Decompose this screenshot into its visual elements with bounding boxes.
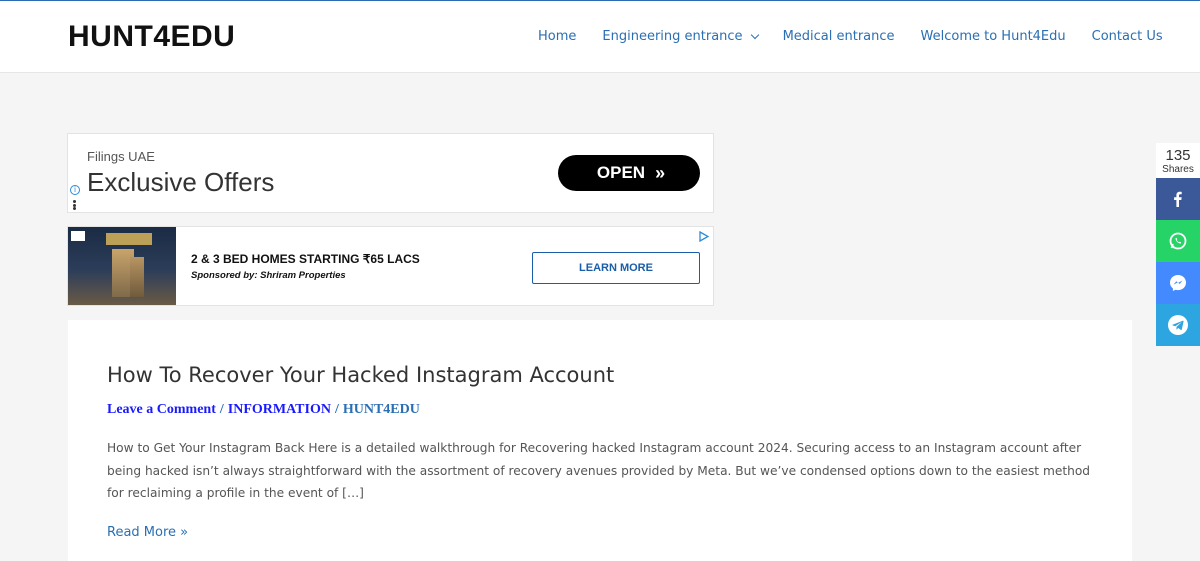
- ad-building: [130, 257, 144, 297]
- ad-learn-more-button[interactable]: LEARN MORE: [532, 252, 700, 284]
- main-nav: Home Engineering entrance Medical entran…: [538, 29, 1163, 44]
- nav-welcome[interactable]: Welcome to Hunt4Edu: [921, 29, 1066, 44]
- telegram-icon: [1168, 315, 1188, 335]
- nav-medical-entrance[interactable]: Medical entrance: [783, 29, 895, 44]
- meta-separator: /: [334, 402, 339, 417]
- ad-property-title[interactable]: 2 & 3 BED HOMES STARTING ₹65 LACS: [191, 252, 420, 266]
- messenger-icon: [1170, 275, 1186, 291]
- article-title[interactable]: How To Recover Your Hacked Instagram Acc…: [107, 363, 614, 387]
- whatsapp-share-button[interactable]: [1156, 220, 1200, 262]
- adchoices-icon[interactable]: [699, 231, 709, 242]
- messenger-share-button[interactable]: [1156, 262, 1200, 304]
- facebook-icon: [1174, 191, 1182, 207]
- ad-menu-icon[interactable]: [73, 200, 76, 210]
- nav-engineering-label: Engineering entrance: [602, 29, 743, 44]
- ad-property-image[interactable]: [68, 227, 176, 305]
- ad-banner-filings[interactable]: Filings UAE Exclusive Offers i OPEN »: [67, 133, 714, 213]
- site-logo[interactable]: HUNT4EDU: [68, 20, 235, 54]
- share-count: 135 Shares: [1156, 143, 1200, 178]
- whatsapp-icon: [1169, 232, 1187, 250]
- ad-image-banner: [106, 233, 152, 245]
- article-card: How To Recover Your Hacked Instagram Acc…: [68, 320, 1132, 561]
- category-link[interactable]: INFORMATION: [228, 402, 331, 417]
- nav-engineering-entrance[interactable]: Engineering entrance: [602, 29, 759, 44]
- ad-sponsor: Sponsored by: Shriram Properties: [191, 270, 346, 281]
- meta-separator: /: [219, 402, 224, 417]
- ad-headline[interactable]: Exclusive Offers: [87, 167, 274, 198]
- author-link[interactable]: HUNT4EDU: [343, 402, 420, 417]
- ad-open-button[interactable]: OPEN »: [558, 155, 700, 191]
- leave-comment-link[interactable]: Leave a Comment: [107, 402, 216, 417]
- article-meta: Leave a Comment / INFORMATION / HUNT4EDU: [107, 402, 420, 418]
- ad-brand: Filings UAE: [87, 149, 155, 164]
- facebook-share-button[interactable]: [1156, 178, 1200, 220]
- ad-open-label: OPEN: [596, 163, 646, 182]
- nav-home[interactable]: Home: [538, 29, 576, 44]
- telegram-share-button[interactable]: [1156, 304, 1200, 346]
- ad-info-icon[interactable]: i: [70, 185, 80, 195]
- article-excerpt: How to Get Your Instagram Back Here is a…: [107, 441, 1091, 500]
- share-count-label: Shares: [1162, 164, 1194, 175]
- chevron-down-icon[interactable]: [750, 30, 759, 39]
- ad-property-logo: [71, 231, 85, 241]
- read-more-link[interactable]: Read More »: [107, 525, 188, 540]
- ad-banner-shriram[interactable]: 2 & 3 BED HOMES STARTING ₹65 LACS Sponso…: [67, 226, 714, 306]
- site-header: HUNT4EDU Home Engineering entrance Medic…: [0, 1, 1200, 73]
- share-sidebar: 135 Shares: [1156, 143, 1200, 346]
- share-count-number: 135: [1165, 147, 1191, 164]
- double-chevron-right-icon: »: [655, 162, 665, 183]
- nav-contact-us[interactable]: Contact Us: [1092, 29, 1163, 44]
